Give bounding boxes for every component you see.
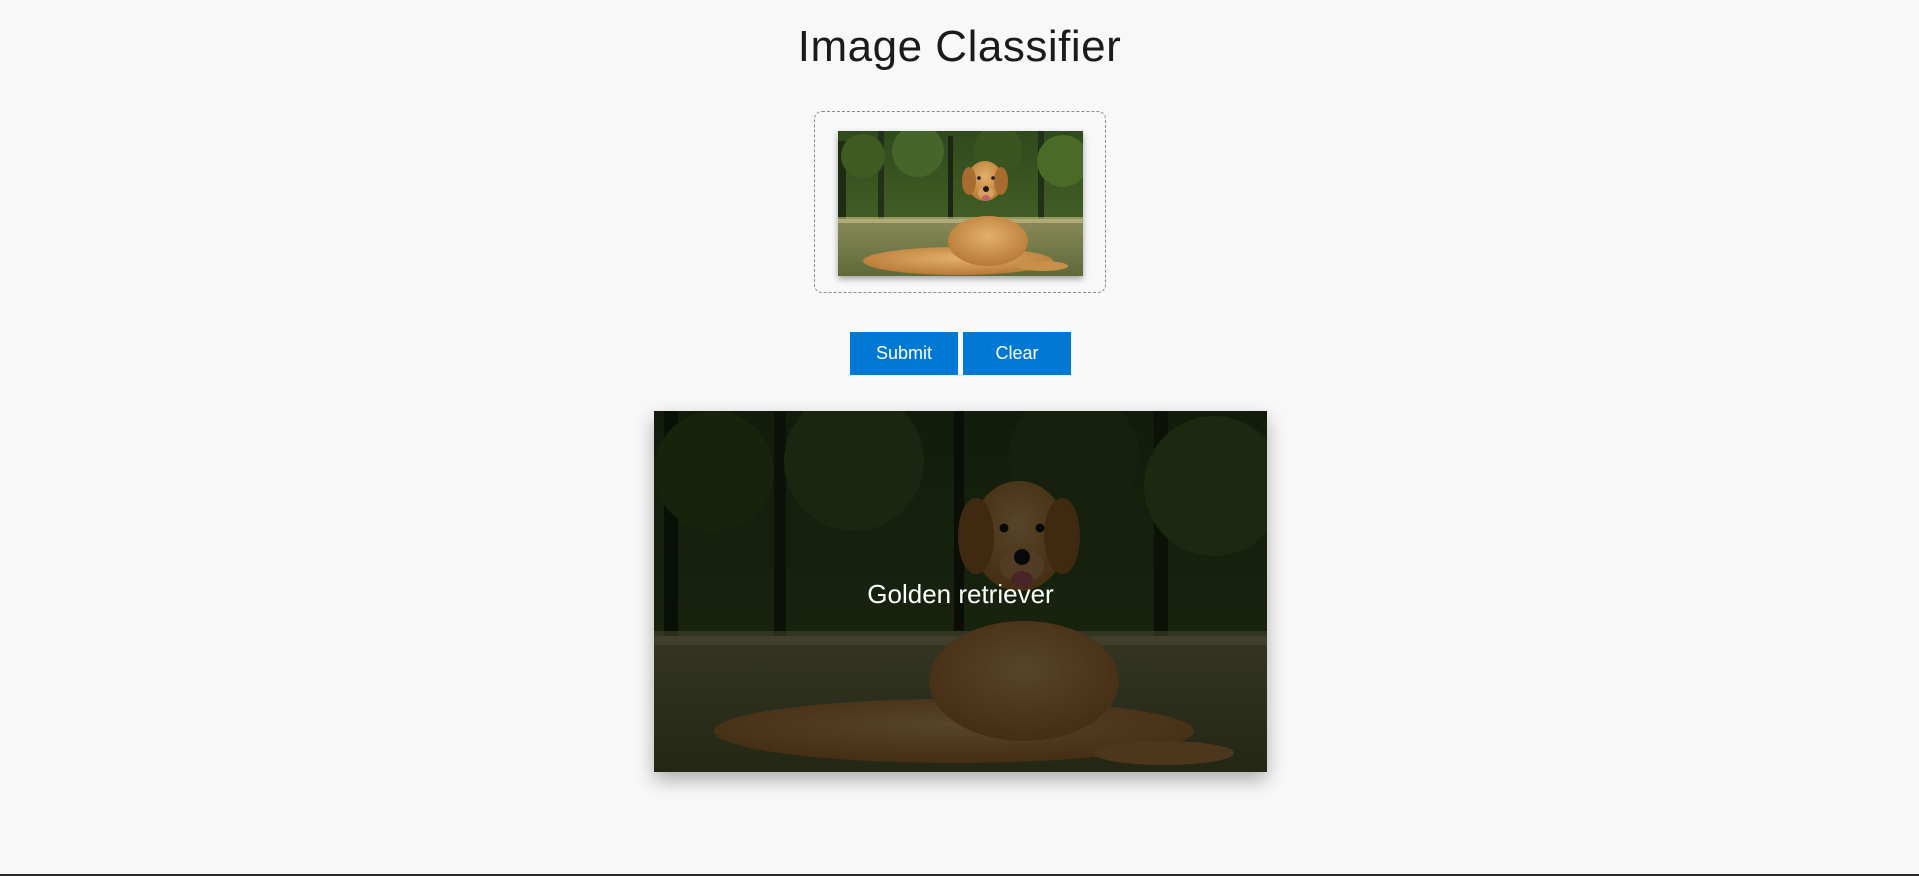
classification-result: Golden retriever bbox=[654, 411, 1267, 772]
clear-button[interactable]: Clear bbox=[963, 332, 1071, 375]
submit-button[interactable]: Submit bbox=[850, 332, 958, 375]
app-page: Image Classifier Submit Clear Golden ret… bbox=[0, 0, 1919, 876]
dog-photo-thumbnail bbox=[838, 131, 1083, 276]
image-dropzone[interactable] bbox=[814, 111, 1106, 293]
uploaded-image-preview bbox=[838, 131, 1083, 276]
prediction-label: Golden retriever bbox=[867, 579, 1054, 609]
page-title: Image Classifier bbox=[797, 22, 1122, 71]
